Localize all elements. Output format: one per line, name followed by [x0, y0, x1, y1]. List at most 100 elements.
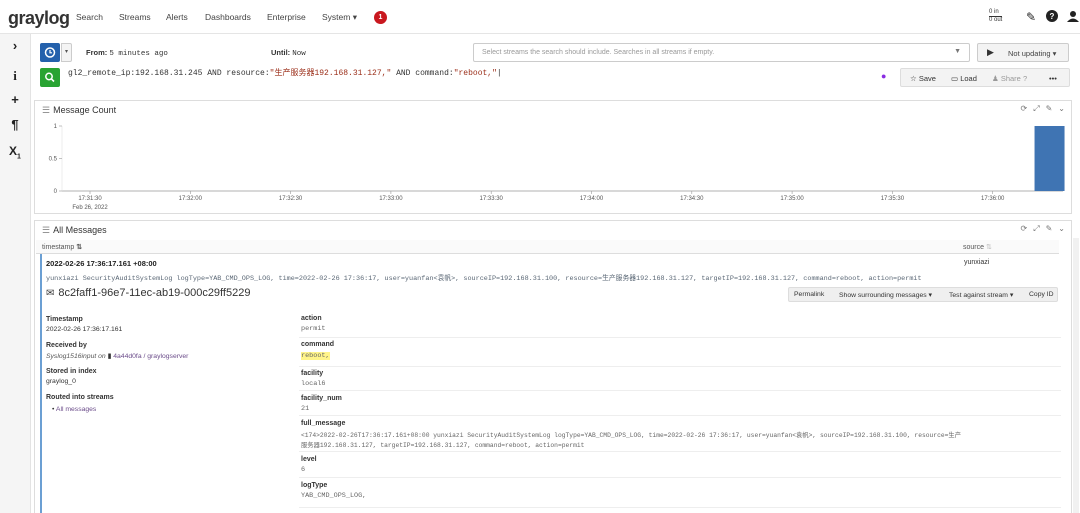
range-until[interactable]: Until: Now	[271, 48, 306, 58]
expand-icon[interactable]: ⤢	[1033, 224, 1039, 233]
until-label: Until:	[271, 48, 291, 57]
field-name[interactable]: command	[301, 341, 334, 348]
drag-handle-icon[interactable]: ☰	[42, 225, 50, 235]
field-value: 6	[301, 466, 306, 474]
input-name[interactable]: Syslog1516input	[46, 353, 96, 360]
sort-icon[interactable]: ⇅	[986, 244, 992, 251]
node-link[interactable]: 4a44d0fa / graylogserver	[113, 353, 188, 360]
query-part: "reboot,"	[453, 69, 497, 78]
folder-icon: ▭	[951, 74, 959, 83]
message-count-chart: 1 0.5 0 17:31:30 17:32:00 17:32:30 17:33:00 17:…	[49, 124, 1065, 211]
meta-streams-label: Routed into streams	[46, 394, 114, 401]
envelope-icon: ✉	[46, 288, 55, 299]
refresh-toggle-button[interactable]: ▶ Not updating ▾	[977, 43, 1069, 62]
page-scrollbar[interactable]	[1073, 238, 1079, 513]
star-icon: ☆	[910, 74, 917, 83]
field-name[interactable]: full_message	[301, 420, 345, 427]
x-tick-label: 17:31:30	[78, 196, 102, 202]
meta-index-label: Stored in index	[46, 368, 97, 375]
meta-received-label: Received by	[46, 342, 87, 349]
field-action: action permit	[299, 312, 1061, 338]
message-timestamp: 2022-02-26 17:36:17.161 +08:00	[46, 259, 157, 268]
edit-icon[interactable]: ✎	[1046, 224, 1053, 233]
chevron-right-icon[interactable]: ›	[0, 38, 30, 53]
plus-icon[interactable]: +	[0, 92, 30, 107]
permalink-button[interactable]: Permalink	[794, 291, 824, 298]
play-icon: ▶	[987, 47, 994, 57]
lightbulb-icon[interactable]: ●	[881, 71, 886, 81]
table-row[interactable]: 2022-02-26 17:36:17.161 +08:00 yunxiazi …	[40, 254, 1061, 513]
nav-search[interactable]: Search	[76, 12, 103, 22]
x-tick-label: 17:34:30	[680, 196, 704, 202]
search-bar: ▾ From: 5 minutes ago Until: Now Select …	[31, 34, 1080, 94]
user-plus-icon: ♟	[992, 74, 999, 83]
stream-select-placeholder: Select streams the search should include…	[482, 49, 715, 56]
throughput-out: 0 out	[989, 16, 1003, 23]
message-count-title: Message Count	[53, 105, 117, 115]
chevron-down-icon[interactable]: ⌄	[1058, 104, 1065, 113]
range-from[interactable]: From: 5 minutes ago	[86, 48, 168, 58]
message-source: yunxiazi	[964, 259, 990, 266]
sort-icon[interactable]: ⇅	[76, 244, 82, 251]
column-header-timestamp[interactable]: timestamp ⇅	[42, 243, 82, 251]
clock-icon	[44, 47, 56, 58]
more-actions-button[interactable]: •••	[1049, 74, 1057, 83]
expand-icon[interactable]: ⤢	[1033, 104, 1039, 113]
x-date-label: Feb 26, 2022	[72, 205, 108, 211]
show-surrounding-button[interactable]: Show surrounding messages ▾	[839, 291, 932, 299]
x-tick-label: 17:32:30	[279, 196, 303, 202]
edit-icon[interactable]: ✎	[1024, 10, 1038, 24]
throughput-indicator: 0 in 0 out	[989, 9, 1003, 24]
nav-streams[interactable]: Streams	[119, 12, 151, 22]
panel-tools: ⟳ ⤢ ✎ ⌄	[1014, 104, 1065, 114]
drag-handle-icon[interactable]: ☰	[42, 105, 50, 115]
field-name[interactable]: facility_num	[301, 395, 342, 402]
stream-link[interactable]: All messages	[56, 406, 96, 413]
time-range-button[interactable]	[40, 43, 60, 62]
time-range-type-dropdown[interactable]: ▾	[61, 43, 72, 62]
column-label: source	[963, 244, 985, 251]
stream-select[interactable]: Select streams the search should include…	[473, 43, 970, 62]
server-icon: ▮	[107, 353, 112, 360]
field-logtype: logType YAB_CMD_OPS_LOG,	[299, 478, 1061, 508]
meta-stream-item: • All messages	[52, 406, 97, 413]
x-tick-label: 17:34:00	[580, 196, 604, 202]
field-name[interactable]: logType	[301, 482, 327, 489]
column-header-source[interactable]: source ⇅	[963, 243, 992, 251]
meta-index-value: graylog_0	[46, 378, 76, 385]
share-button[interactable]: ♟ Share ?	[992, 74, 1027, 83]
x-subscript-icon[interactable]: X1	[0, 144, 30, 160]
field-name[interactable]: facility	[301, 370, 323, 377]
field-name[interactable]: level	[301, 456, 317, 463]
test-against-stream-button[interactable]: Test against stream ▾	[949, 291, 1013, 299]
notification-badge[interactable]: 1	[374, 11, 387, 24]
save-button[interactable]: ☆ Save	[910, 74, 936, 83]
left-sidebar: › i + ¶ X1	[0, 34, 31, 513]
sync-icon[interactable]: ⟳	[1020, 224, 1027, 233]
x-tick-label: 17:35:30	[881, 196, 905, 202]
search-query-input[interactable]: gl2_remote_ip:192.168.31.245 AND resourc…	[68, 69, 502, 79]
nav-alerts[interactable]: Alerts	[166, 12, 188, 22]
y-tick-label: 1	[54, 124, 58, 130]
field-name[interactable]: action	[301, 315, 322, 322]
all-messages-panel: ☰ All Messages ⟳ ⤢ ✎ ⌄ timestamp ⇅ source ⇅ …	[34, 220, 1072, 513]
edit-icon[interactable]: ✎	[1046, 104, 1053, 113]
search-submit-button[interactable]	[40, 68, 60, 87]
chevron-down-icon[interactable]: ⌄	[1058, 224, 1065, 233]
sync-icon[interactable]: ⟳	[1020, 104, 1027, 113]
pilcrow-icon[interactable]: ¶	[0, 117, 30, 132]
panel-title: ☰ Message Count	[42, 105, 116, 116]
nav-system[interactable]: System ▾	[322, 12, 357, 23]
nav-enterprise[interactable]: Enterprise	[267, 12, 306, 22]
user-icon[interactable]	[1066, 10, 1080, 24]
graylog-logo[interactable]: graylog	[8, 8, 70, 29]
top-navbar: graylog Search Streams Alerts Dashboards…	[0, 0, 1080, 34]
copy-id-button[interactable]: Copy ID	[1029, 291, 1054, 298]
field-value: local6	[301, 380, 326, 388]
info-icon[interactable]: i	[0, 68, 30, 84]
nav-dashboards[interactable]: Dashboards	[205, 12, 251, 22]
saved-search-controls: ☆ Save ▭ Load ♟ Share ? •••	[900, 68, 1070, 87]
x-tick-label: 17:36:00	[981, 196, 1005, 202]
help-icon[interactable]: ?	[1045, 10, 1059, 24]
load-button[interactable]: ▭ Load	[951, 74, 977, 83]
